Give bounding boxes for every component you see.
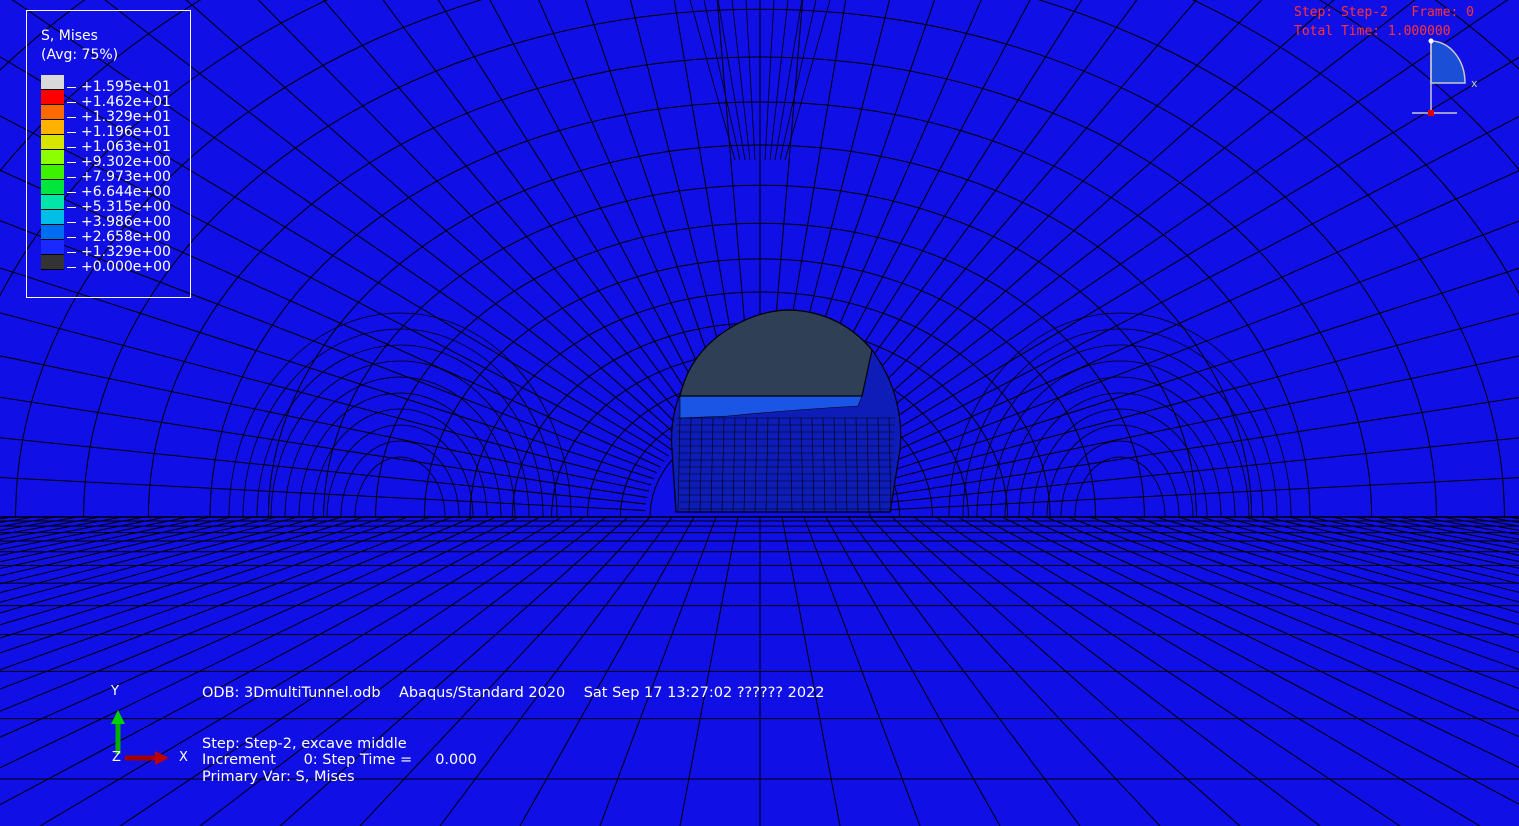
- mesh-radial: [0, 396, 648, 498]
- triad-top-dot: [1428, 38, 1434, 44]
- legend-swatch: [41, 135, 64, 150]
- legend-swatch: [41, 195, 64, 210]
- legend-swatch: [41, 210, 64, 225]
- legend-value: +1.595e+01: [67, 80, 171, 95]
- model-viewport[interactable]: [0, 0, 1519, 826]
- legend-value: +5.315e+00: [67, 200, 171, 215]
- legend-swatch: [41, 180, 64, 195]
- triad-x-label: x: [1471, 77, 1478, 90]
- mesh-radial: [872, 396, 1519, 498]
- odb-info-line: ODB: 3DmultiTunnel.odb Abaqus/Standard 2…: [202, 685, 825, 701]
- legend-swatch: [41, 75, 64, 90]
- legend-swatch: [41, 105, 64, 120]
- legend-swatch: [41, 150, 64, 165]
- mesh-radial: [873, 437, 1519, 505]
- legend-value: +9.302e+00: [67, 155, 171, 170]
- mesh-side-arch: [962, 328, 1278, 518]
- mesh-radial: [868, 312, 1519, 486]
- step-frame-line: Step: Step-2 Frame: 0: [1294, 5, 1475, 20]
- step-description: Step: Step-2, excave middle: [202, 736, 407, 752]
- tunnel-face: [679, 309, 873, 397]
- view-orientation-triad[interactable]: x: [1405, 35, 1485, 125]
- legend-value: +6.644e+00: [67, 185, 171, 200]
- x-axis-arrow-head: [155, 751, 169, 765]
- contour-legend[interactable]: S, Mises (Avg: 75%) +1.595e+01 +1.462e+01…: [26, 10, 191, 298]
- mesh-radial: [810, 0, 1083, 428]
- mesh-side-arch: [256, 344, 544, 518]
- mesh-side-arch: [354, 456, 446, 518]
- global-axis-triad: Y X Z: [105, 682, 195, 772]
- legend-swatch: [41, 255, 64, 270]
- y-axis-label: Y: [111, 684, 119, 699]
- mesh-top-line: [689, 0, 736, 161]
- primary-variable: Primary Var: S, Mises: [202, 769, 355, 785]
- legend-swatch: [41, 165, 64, 180]
- legend-value: +3.986e+00: [67, 215, 171, 230]
- legend-averaging: (Avg: 75%): [41, 47, 119, 63]
- triad-origin-marker: [1428, 110, 1434, 116]
- legend-title: S, Mises (Avg: 75%): [41, 27, 118, 65]
- legend-value: +1.329e+01: [67, 110, 171, 125]
- legend-swatch: [41, 90, 64, 105]
- y-axis-arrow-head: [111, 710, 125, 724]
- legend-value: +7.973e+00: [67, 170, 171, 185]
- legend-swatches: [41, 75, 64, 270]
- mesh-side-arch: [242, 328, 558, 518]
- mesh-radial: [866, 267, 1519, 480]
- mesh-side-arch: [1074, 456, 1166, 518]
- fe-mesh: [0, 0, 1519, 826]
- legend-value: +1.462e+01: [67, 95, 171, 110]
- mesh-radial: [0, 437, 647, 505]
- mesh-radial: [437, 0, 710, 428]
- x-axis-label: X: [179, 750, 188, 765]
- legend-swatch: [41, 120, 64, 135]
- z-axis-label: Z: [112, 750, 121, 765]
- quadrant-shape: [1430, 40, 1466, 84]
- legend-swatch: [41, 240, 64, 255]
- mesh-top-line: [784, 0, 831, 161]
- legend-value: +1.196e+01: [67, 125, 171, 140]
- mesh-radial: [874, 477, 1519, 511]
- legend-value: +2.658e+00: [67, 230, 171, 245]
- legend-value: +1.329e+00: [67, 245, 171, 260]
- legend-value: +1.063e+01: [67, 140, 171, 155]
- mesh-radial: [870, 355, 1519, 492]
- legend-swatch: [41, 225, 64, 240]
- mesh-side-arch: [976, 344, 1264, 518]
- increment-info: Increment 0: Step Time = 0.000: [202, 752, 477, 768]
- legend-labels: +1.595e+01 +1.462e+01 +1.329e+01 +1.196e+01…: [67, 80, 171, 275]
- legend-value: +0.000e+00: [67, 260, 171, 275]
- legend-variable: S, Mises: [41, 28, 98, 44]
